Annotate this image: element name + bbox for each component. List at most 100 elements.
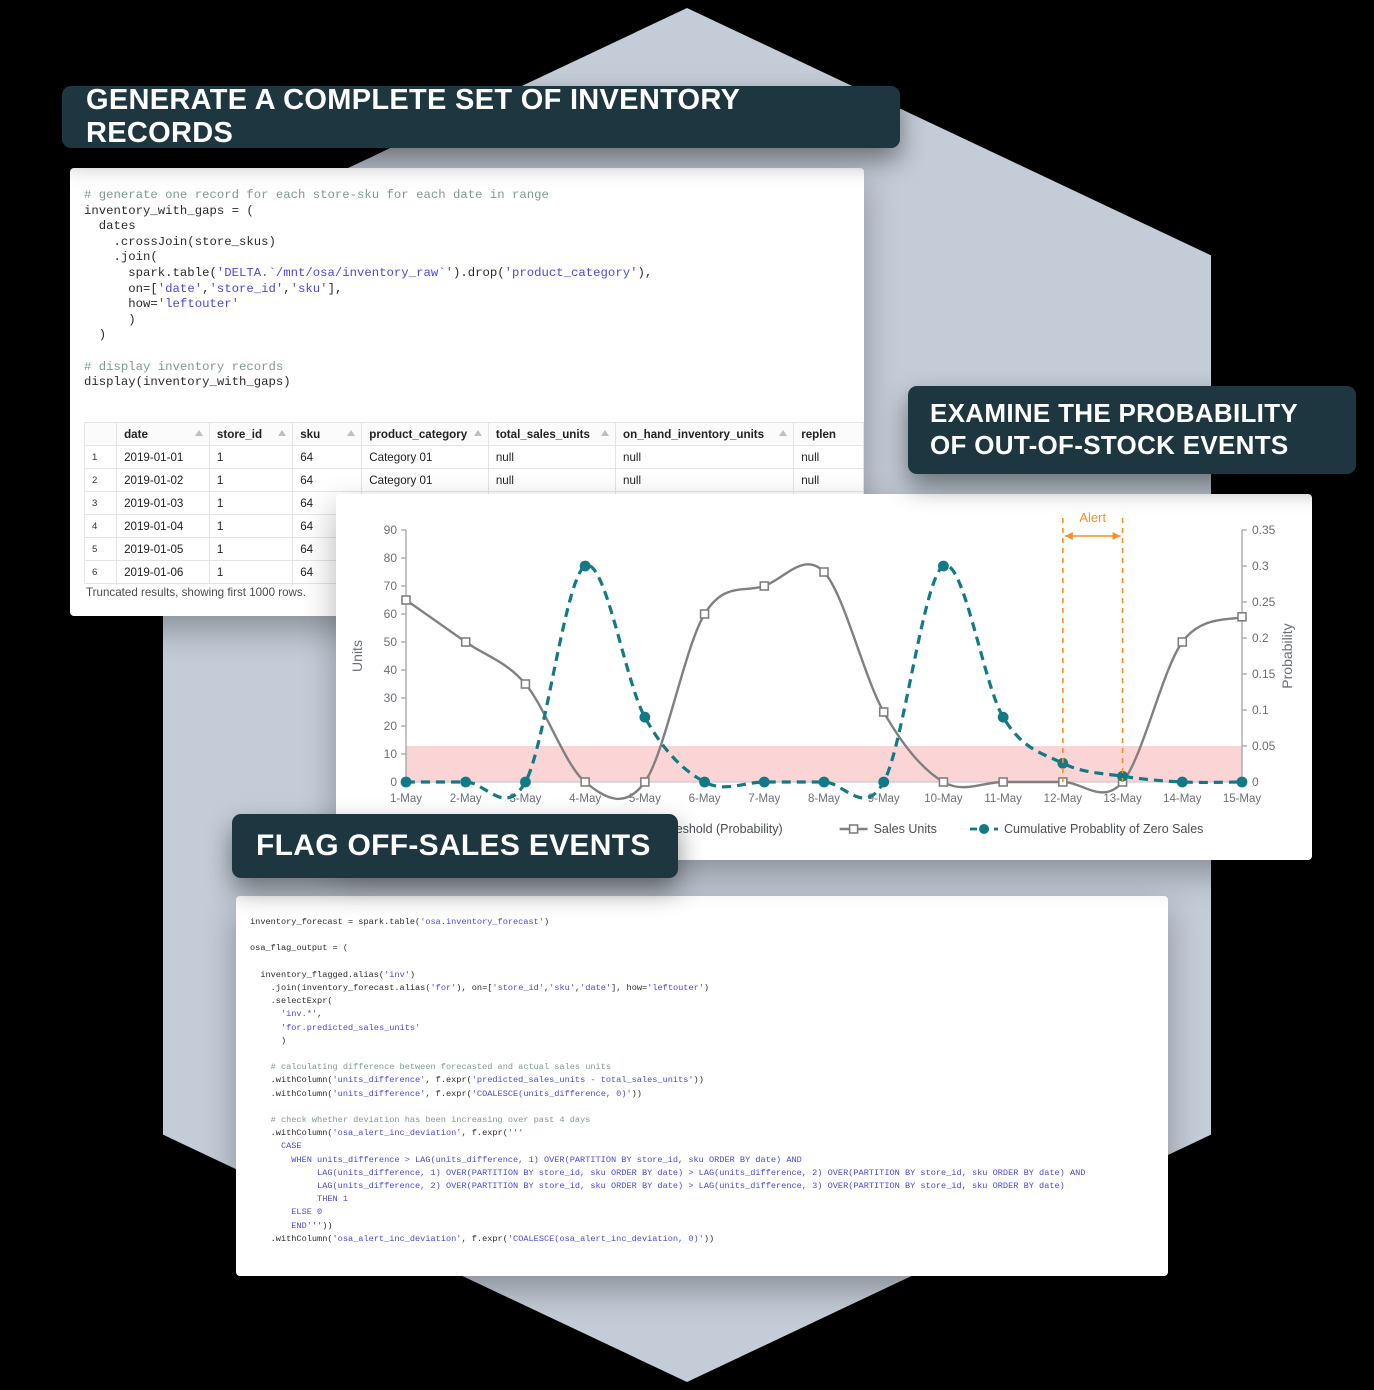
y2-tick-label: 0.25	[1252, 595, 1276, 609]
code-line: CASE	[250, 1141, 302, 1152]
badge-examine-line1: EXAMINE THE PROBABILITY	[930, 398, 1299, 429]
series-marker-sales	[520, 679, 531, 689]
series-marker-probability	[699, 776, 710, 788]
x-tick-label: 14-May	[1163, 793, 1202, 805]
table-cell-replen: null	[793, 468, 864, 492]
table-cell-product_category: Category 01	[361, 445, 489, 469]
code-line: 'inv.*',	[280, 1009, 323, 1020]
code-line: )	[84, 312, 136, 327]
legend-label: Sales Units	[874, 822, 937, 836]
y-tick-label: 60	[384, 607, 398, 621]
y-tick-label: 50	[384, 635, 398, 649]
table-header-label: store_id	[216, 427, 263, 441]
code-line: # generate one record for each store-sku…	[84, 188, 549, 202]
table-cell-total_sales_units: null	[487, 445, 617, 469]
series-marker-sales	[580, 777, 590, 787]
table-cell-store_id: 1	[208, 537, 294, 561]
sort-ascending-icon[interactable]	[347, 430, 356, 436]
x-tick-label: 8-May	[808, 793, 840, 805]
table-header-on_hand_inventory_units[interactable]: on_hand_inventory_units	[615, 422, 795, 446]
series-marker-sales	[1237, 612, 1247, 622]
table-header-store_id[interactable]: store_id	[208, 422, 294, 446]
table-header-label: total_sales_units	[495, 427, 590, 441]
code-line: .join(	[84, 250, 158, 265]
table-cell-on_hand_inventory_units: null	[615, 468, 795, 492]
code-line: ELSE 0	[250, 1207, 323, 1218]
y-tick-label: 0	[390, 775, 397, 789]
table-cell-sku: 64	[292, 445, 363, 469]
table-header-label: product_category	[369, 427, 468, 441]
table-cell-date: 2019-01-06	[116, 560, 210, 584]
x-tick-label: 15-May	[1223, 793, 1262, 805]
x-tick-label: 6-May	[689, 793, 721, 805]
table-cell-date: 2019-01-01	[116, 445, 210, 469]
badge-generate-records: GENERATE A COMPLETE SET OF INVENTORY REC…	[62, 84, 900, 149]
code-line: WHEN units_difference > LAG(units_differ…	[250, 1154, 802, 1165]
x-tick-label: 2-May	[450, 793, 482, 805]
code-line: .withColumn('units_difference', f.expr('…	[250, 1075, 704, 1086]
table-header-sku[interactable]: sku	[292, 422, 363, 446]
series-marker-probability	[818, 776, 830, 788]
sort-ascending-icon[interactable]	[194, 430, 203, 436]
y2-tick-label: 0.3	[1252, 559, 1269, 573]
badge-generate-records-label: GENERATE A COMPLETE SET OF INVENTORY REC…	[86, 84, 740, 149]
table-cell-date: 2019-01-02	[116, 468, 210, 492]
series-marker-probability	[579, 560, 591, 572]
table-row[interactable]: 2 2019-01-02 1 64 Category 01 null null null	[83, 468, 864, 492]
table-header-label: date	[124, 427, 148, 441]
y2-tick-label: 0.05	[1252, 739, 1276, 753]
code-line: inventory_flagged.alias('inv')	[250, 969, 416, 980]
sort-ascending-icon[interactable]	[278, 430, 287, 436]
code-line: .withColumn('osa_alert_inc_deviation', f…	[250, 1233, 715, 1244]
sort-ascending-icon[interactable]	[473, 430, 482, 436]
alert-annotation-label: Alert	[1079, 510, 1106, 525]
table-header-product_category[interactable]: product_category	[361, 422, 489, 446]
table-cell-store_id: 1	[208, 445, 294, 469]
y-tick-label: 40	[384, 663, 398, 677]
code-line: 'for.predicted_sales_units'	[280, 1022, 421, 1033]
table-header-label: on_hand_inventory_units	[623, 427, 765, 441]
y-tick-label: 20	[384, 719, 398, 733]
series-marker-probability	[520, 776, 531, 788]
table-cell-store_id: 1	[208, 491, 294, 515]
code-line: how='leftouter'	[84, 297, 239, 312]
y2-tick-label: 0.2	[1252, 631, 1269, 645]
series-marker-sales	[699, 609, 710, 619]
row-number: 2	[83, 468, 118, 492]
code-line: THEN 1	[250, 1194, 348, 1205]
x-tick-label: 10-May	[924, 793, 963, 805]
code-line: )	[84, 328, 107, 343]
badge-examine-probability: EXAMINE THE PROBABILITY OF OUT-OF-STOCK …	[908, 386, 1356, 474]
table-cell-on_hand_inventory_units: null	[615, 445, 795, 469]
series-marker-sales	[460, 637, 471, 647]
y-tick-label: 90	[384, 523, 398, 537]
series-marker-sales	[878, 707, 889, 717]
table-header-date[interactable]: date	[116, 422, 210, 446]
sort-ascending-icon[interactable]	[779, 430, 788, 436]
table-header-total_sales_units[interactable]: total_sales_units	[487, 422, 617, 446]
y2-tick-label: 0.15	[1252, 667, 1276, 681]
code-line: .withColumn('units_difference', f.expr('…	[250, 1088, 642, 1099]
code-line: osa_flag_output = (	[250, 943, 348, 954]
code-line: inventory_with_gaps = (	[84, 203, 254, 218]
series-marker-sales	[998, 777, 1008, 787]
table-cell-sku: 64	[292, 468, 363, 492]
series-marker-probability	[997, 711, 1009, 723]
table-row[interactable]: 1 2019-01-01 1 64 Category 01 null null null	[83, 445, 864, 469]
sort-ascending-icon[interactable]	[601, 430, 610, 436]
code-line: END'''))	[250, 1220, 333, 1231]
code-line: )	[250, 1035, 287, 1046]
badge-flag-off-sales-label: FLAG OFF-SALES EVENTS	[256, 829, 651, 862]
alert-arrow-head-right	[1112, 532, 1121, 540]
x-tick-label: 7-May	[748, 793, 780, 805]
table-header-replen[interactable]: replen	[793, 422, 864, 446]
code-line: .crossJoin(store_skus)	[84, 234, 276, 249]
row-number: 3	[83, 491, 118, 515]
y-tick-label: 80	[384, 551, 398, 565]
y-tick-label: 70	[384, 579, 398, 593]
series-marker-sales	[1177, 637, 1188, 647]
chart-card-probability: 0 10 20 30 40 50 60 70 80 90 0 0.05 0.1 0.15 0.2 0.25 0.…	[336, 494, 1312, 860]
y2-tick-label: 0.1	[1252, 703, 1269, 717]
table-cell-date: 2019-01-03	[116, 491, 210, 515]
